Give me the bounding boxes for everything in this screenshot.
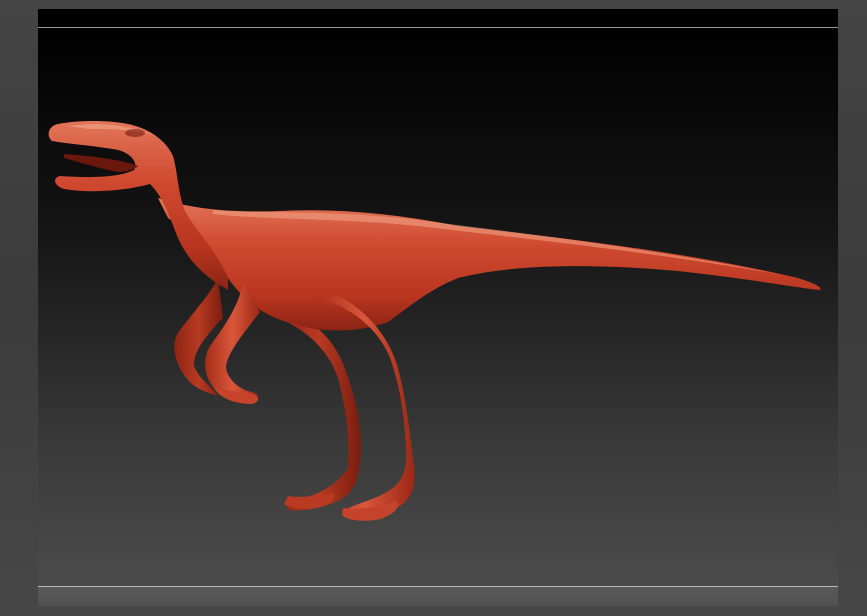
document-top-bar: [38, 9, 838, 28]
raptor-model[interactable]: [38, 28, 838, 586]
raptor-neck-head: [48, 121, 228, 290]
far-foot: [284, 493, 335, 509]
canvas-document[interactable]: [38, 9, 838, 606]
far-hind-leg: [278, 316, 362, 511]
mouth: [64, 154, 138, 172]
eye-icon: [125, 129, 145, 137]
3d-viewport[interactable]: [38, 28, 838, 586]
document-bottom-bar: [38, 586, 838, 606]
app-frame: [0, 0, 867, 616]
